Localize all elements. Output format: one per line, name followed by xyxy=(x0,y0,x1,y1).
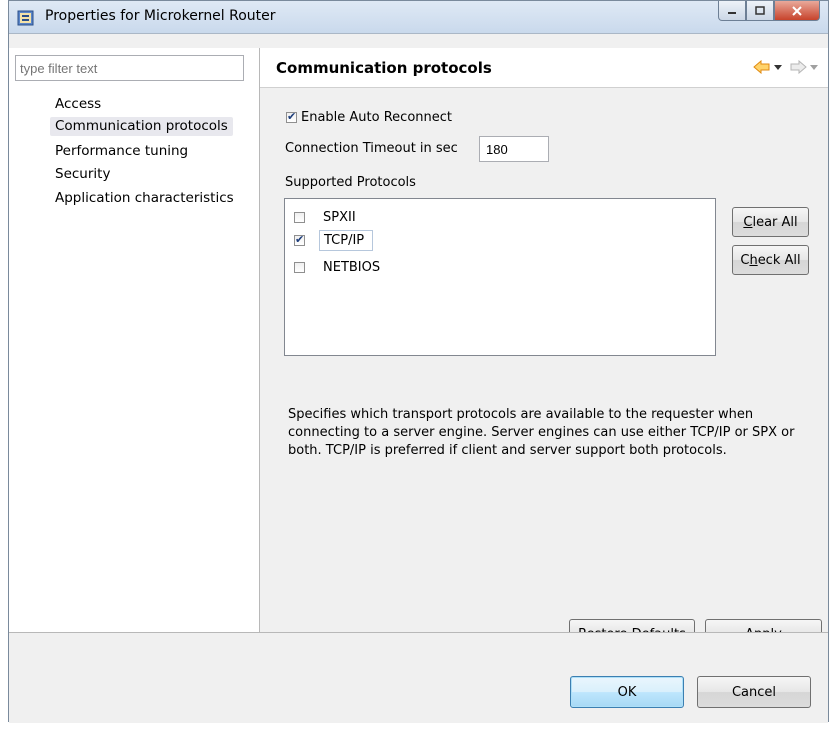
maximize-icon xyxy=(755,6,765,15)
filter-input[interactable] xyxy=(15,55,244,81)
connection-timeout-input[interactable] xyxy=(479,136,549,162)
protocols-description: Specifies which transport protocols are … xyxy=(288,407,795,458)
window-controls xyxy=(718,1,820,23)
protocol-spxii-checkbox[interactable] xyxy=(294,212,305,223)
supported-protocols-label: Supported Protocols xyxy=(285,175,416,190)
title-bar[interactable]: Properties for Microkernel Router xyxy=(9,1,828,34)
minimize-button[interactable] xyxy=(718,1,746,21)
tree-item-communication-protocols[interactable]: Communication protocols xyxy=(50,117,233,136)
protocol-tcpip-checkbox[interactable] xyxy=(294,233,305,246)
tree-item-application-characteristics[interactable]: Application characteristics xyxy=(50,189,239,208)
button-label-part: lear All xyxy=(752,214,798,230)
forward-arrow-icon xyxy=(790,60,807,74)
tree-item-access[interactable]: Access xyxy=(50,95,106,114)
connection-timeout-label: Connection Timeout in sec xyxy=(285,141,458,156)
back-arrow-icon[interactable] xyxy=(753,60,771,74)
maximize-button[interactable] xyxy=(746,1,774,21)
protocol-label: NETBIOS xyxy=(323,260,381,275)
page-title: Communication protocols xyxy=(276,59,492,77)
ok-button[interactable]: OK xyxy=(570,676,684,708)
list-item[interactable]: NETBIOS xyxy=(294,258,384,277)
protocol-label: TCP/IP xyxy=(319,230,374,251)
enable-auto-reconnect-label: Enable Auto Reconnect xyxy=(301,110,452,125)
window-title: Properties for Microkernel Router xyxy=(45,8,276,24)
history-nav xyxy=(753,60,818,74)
check-all-button[interactable]: Ch eck All xyxy=(732,245,809,275)
list-item[interactable]: SPXII xyxy=(294,208,360,227)
forward-dropdown-icon xyxy=(810,65,818,70)
button-mnemonic: C xyxy=(743,214,753,230)
button-label-part: C xyxy=(740,252,750,268)
enable-auto-reconnect-checkbox[interactable] xyxy=(286,110,297,123)
button-label-part: eck All xyxy=(757,252,801,268)
minimize-icon xyxy=(728,11,736,14)
close-icon xyxy=(792,5,802,16)
button-mnemonic: h xyxy=(749,252,758,268)
list-item[interactable]: TCP/IP xyxy=(294,230,374,251)
protocols-list[interactable]: SPXII TCP/IP NETBIOS xyxy=(284,198,716,356)
back-dropdown-icon[interactable] xyxy=(774,63,782,71)
close-button[interactable] xyxy=(774,1,820,21)
properties-app-icon xyxy=(17,10,34,26)
protocol-label: SPXII xyxy=(323,210,356,225)
tree-item-performance-tuning[interactable]: Performance tuning xyxy=(50,142,193,161)
enable-auto-reconnect-row[interactable]: Enable Auto Reconnect xyxy=(286,110,452,125)
clear-all-button[interactable]: Clear All xyxy=(732,207,809,237)
protocol-netbios-checkbox[interactable] xyxy=(294,262,305,273)
tree-item-security[interactable]: Security xyxy=(50,165,115,184)
page-header: Communication protocols xyxy=(260,48,828,88)
cancel-button[interactable]: Cancel xyxy=(697,676,811,708)
